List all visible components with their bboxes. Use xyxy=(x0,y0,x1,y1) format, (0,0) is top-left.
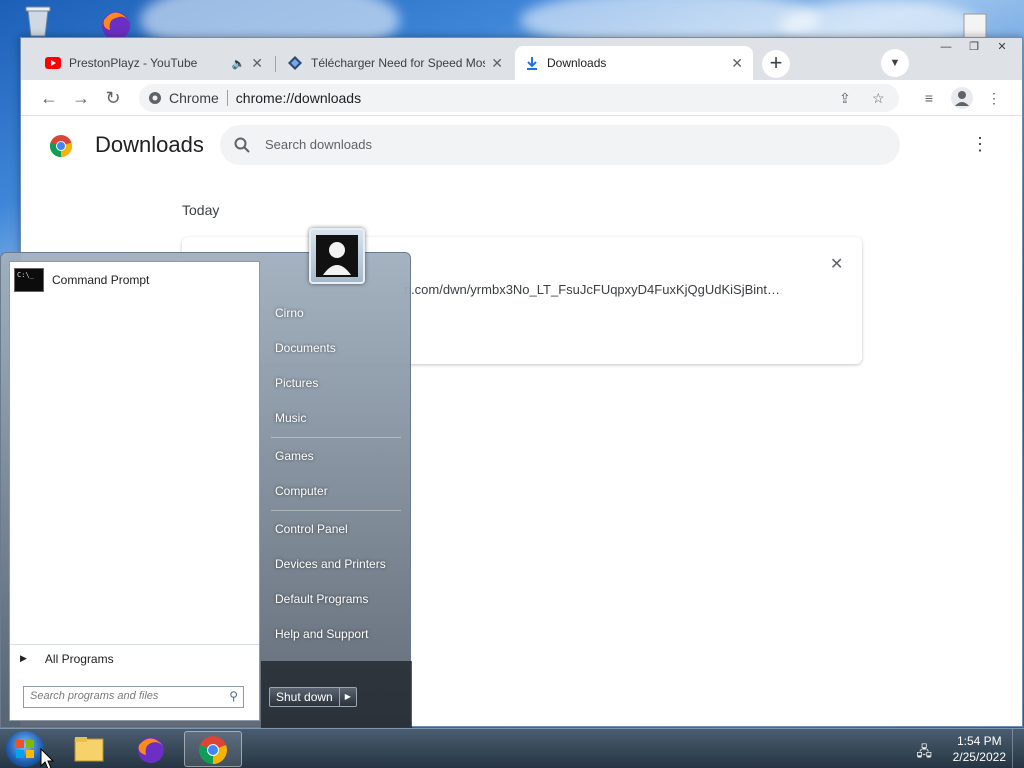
magnifier-icon: ⚲ xyxy=(229,689,238,703)
site-icon xyxy=(288,56,302,70)
windows-flag-icon xyxy=(16,740,34,758)
page-title: Downloads xyxy=(95,132,204,157)
share-icon[interactable]: ⇪ xyxy=(839,84,851,112)
divider xyxy=(271,510,401,511)
tab-label: Downloads xyxy=(547,56,607,70)
start-search-placeholder: Search programs and files xyxy=(30,690,159,702)
profile-icon[interactable] xyxy=(951,87,973,109)
start-menu-programs-pane: C:\_ Command Prompt ▶ All Programs Searc… xyxy=(9,261,260,721)
taskbar: 🖧 1:54 PM 2/25/2022 xyxy=(0,728,1024,768)
clock-date: 2/25/2022 xyxy=(952,750,1006,764)
recycle-bin-icon[interactable] xyxy=(20,4,56,38)
downloads-header: Downloads Search downloads ⋮ xyxy=(21,116,1022,172)
tab-strip: PrestonPlayz - YouTube 🔈 ✕ Télécharger N… xyxy=(21,38,1022,80)
omnibox-divider xyxy=(226,90,228,106)
bookmark-star-icon[interactable]: ☆ xyxy=(872,84,885,112)
start-item-documents[interactable]: Documents xyxy=(275,341,336,355)
shutdown-options-arrow-icon[interactable]: ▶ xyxy=(340,688,356,706)
program-command-prompt[interactable]: C:\_ Command Prompt xyxy=(14,268,149,292)
command-prompt-icon: C:\_ xyxy=(14,268,44,292)
program-label: Command Prompt xyxy=(52,273,150,287)
firefox-icon xyxy=(138,737,164,763)
browser-toolbar: ← → ↻ Chrome chrome://downloads ⇪ ☆ ≡ ⋮ xyxy=(21,80,1022,116)
firefox-desktop-icon[interactable] xyxy=(94,6,138,40)
tab-label: Télécharger Need for Speed Most Wanted xyxy=(311,56,485,70)
tab-search-chevron-icon[interactable]: ▼ xyxy=(881,49,909,77)
close-window-button[interactable]: ✕ xyxy=(988,38,1016,56)
tab-youtube[interactable]: PrestonPlayz - YouTube 🔈 ✕ xyxy=(35,46,273,80)
all-programs-button[interactable]: ▶ All Programs xyxy=(10,644,259,672)
shutdown-label: Shut down xyxy=(270,688,340,706)
triangle-right-icon: ▶ xyxy=(20,653,27,663)
divider xyxy=(271,437,401,438)
start-item-user[interactable]: Cirno xyxy=(275,306,304,320)
chrome-site-icon xyxy=(149,92,161,104)
search-icon xyxy=(234,137,250,153)
restore-button[interactable]: ❐ xyxy=(960,38,988,56)
forward-arrow-icon[interactable]: → xyxy=(69,86,93,110)
shutdown-button[interactable]: Shut down ▶ xyxy=(269,687,357,707)
mouse-cursor-icon xyxy=(40,748,54,768)
youtube-icon xyxy=(45,57,61,69)
start-menu-places-pane: Cirno Documents Pictures Music Games Com… xyxy=(261,253,412,729)
start-menu: C:\_ Command Prompt ▶ All Programs Searc… xyxy=(0,228,412,729)
start-search-input[interactable]: Search programs and files ⚲ xyxy=(23,686,244,708)
taskbar-firefox[interactable] xyxy=(122,731,180,767)
start-item-pictures[interactable]: Pictures xyxy=(275,376,318,390)
tab-telecharger[interactable]: Télécharger Need for Speed Most Wanted ✕ xyxy=(277,46,513,80)
tab-label: PrestonPlayz - YouTube xyxy=(69,56,198,70)
folder-icon xyxy=(74,737,104,762)
section-label-today: Today xyxy=(182,202,220,218)
search-downloads-field[interactable]: Search downloads xyxy=(220,125,900,165)
tab-downloads[interactable]: Downloads ✕ xyxy=(515,46,753,80)
minimize-button[interactable]: — xyxy=(932,38,960,56)
taskbar-chrome[interactable] xyxy=(184,731,242,767)
search-placeholder: Search downloads xyxy=(265,137,372,152)
menu-kebab-icon[interactable]: ⋮ xyxy=(984,88,1004,108)
chrome-logo-icon xyxy=(49,135,73,158)
start-button[interactable] xyxy=(6,731,44,767)
close-tab-icon[interactable]: ✕ xyxy=(251,55,263,72)
close-tab-icon[interactable]: ✕ xyxy=(491,55,503,72)
close-tab-icon[interactable]: ✕ xyxy=(731,55,743,72)
start-item-help-support[interactable]: Help and Support xyxy=(275,627,368,641)
new-tab-button[interactable]: + xyxy=(762,50,790,78)
show-desktop-button[interactable] xyxy=(1012,729,1024,768)
start-item-music[interactable]: Music xyxy=(275,411,306,425)
omnibox[interactable]: Chrome chrome://downloads ⇪ ☆ xyxy=(139,84,899,112)
taskbar-explorer[interactable] xyxy=(60,731,118,767)
chrome-icon xyxy=(199,736,227,764)
omnibox-site-label: Chrome xyxy=(169,90,219,106)
avatar-image xyxy=(316,235,358,277)
start-item-default-programs[interactable]: Default Programs xyxy=(275,592,368,606)
downloads-menu-icon[interactable]: ⋮ xyxy=(971,134,989,155)
network-icon[interactable]: 🖧 xyxy=(916,741,932,765)
speaker-icon[interactable]: 🔈 xyxy=(232,57,246,70)
omnibox-url: chrome://downloads xyxy=(235,90,362,106)
remove-download-icon[interactable]: ✕ xyxy=(830,254,843,274)
all-programs-label: All Programs xyxy=(44,651,114,666)
reading-list-icon[interactable]: ≡ xyxy=(919,88,939,108)
start-item-control-panel[interactable]: Control Panel xyxy=(275,522,348,536)
window-controls: — ❐ ✕ xyxy=(932,38,1016,56)
user-avatar[interactable] xyxy=(309,228,365,284)
tab-separator xyxy=(275,56,276,72)
back-arrow-icon[interactable]: ← xyxy=(37,86,61,110)
reload-icon[interactable]: ↻ xyxy=(101,86,125,110)
start-item-games[interactable]: Games xyxy=(275,449,314,463)
start-item-devices-printers[interactable]: Devices and Printers xyxy=(275,557,386,571)
download-icon xyxy=(527,57,537,70)
start-item-computer[interactable]: Computer xyxy=(275,484,328,498)
taskbar-clock[interactable]: 1:54 PM 2/25/2022 xyxy=(953,733,1006,765)
clock-time: 1:54 PM xyxy=(956,734,1002,748)
